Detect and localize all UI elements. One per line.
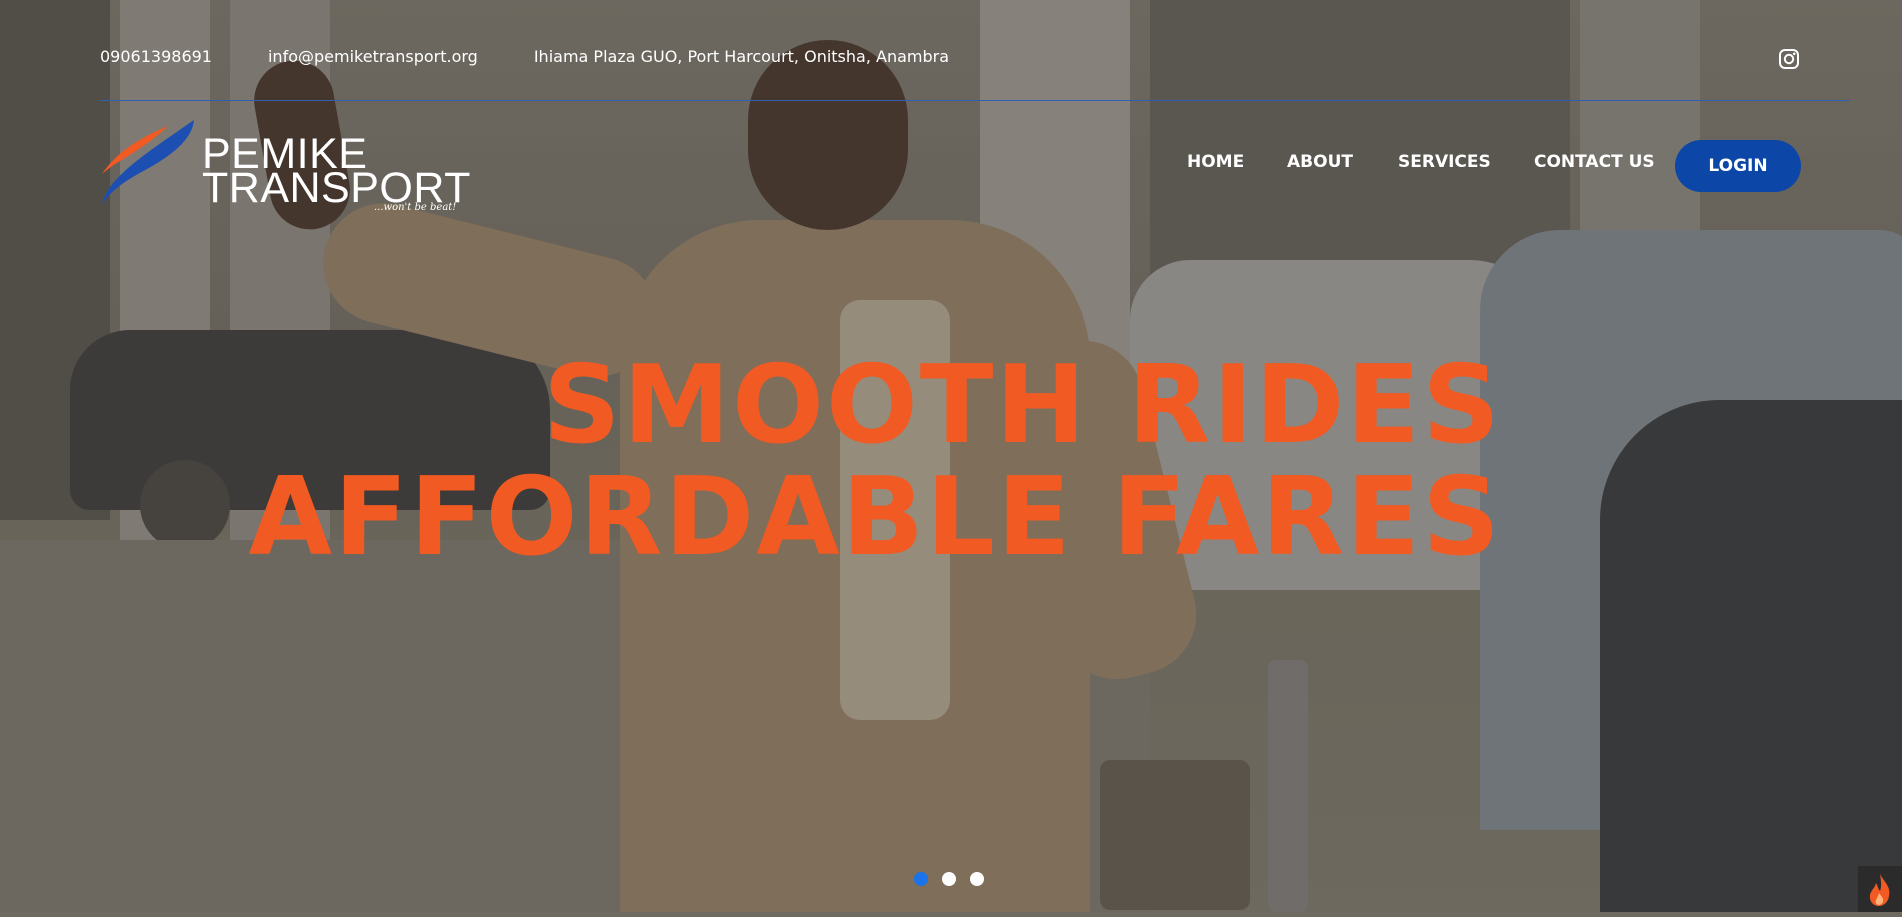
brand-logo[interactable]: PEMIKE TRANSPORT ...won't be beat! <box>98 116 470 218</box>
contact-phone[interactable]: 09061398691 <box>100 47 212 66</box>
carousel-dot-3[interactable] <box>970 872 984 886</box>
carousel-indicators <box>914 872 984 886</box>
nav-about[interactable]: ABOUT <box>1287 152 1353 172</box>
contact-address: Ihiama Plaza GUO, Port Harcourt, Onitsha… <box>533 46 950 66</box>
flame-icon <box>1869 874 1890 906</box>
header-divider <box>100 100 1850 101</box>
hero-headline: SMOOTH RIDES AFFORDABLE FARES <box>248 350 1502 574</box>
instagram-icon[interactable] <box>1778 48 1800 70</box>
hero-headline-line2: AFFORDABLE FARES <box>248 455 1502 580</box>
nav-services[interactable]: SERVICES <box>1398 152 1491 172</box>
logo-swoosh-icon <box>102 120 194 204</box>
corner-widget[interactable] <box>1858 866 1902 912</box>
carousel-dot-2[interactable] <box>942 872 956 886</box>
top-contact-bar: 09061398691 info@pemiketransport.org Ihi… <box>100 44 949 68</box>
contact-email[interactable]: info@pemiketransport.org <box>268 47 478 66</box>
nav-contact-us[interactable]: CONTACT US <box>1534 152 1655 172</box>
hero-headline-line1: SMOOTH RIDES <box>542 343 1502 468</box>
login-button[interactable]: LOGIN <box>1675 140 1801 192</box>
nav-home[interactable]: HOME <box>1187 152 1244 172</box>
logo-tagline: ...won't be beat! <box>374 202 457 213</box>
carousel-dot-1[interactable] <box>914 872 928 886</box>
